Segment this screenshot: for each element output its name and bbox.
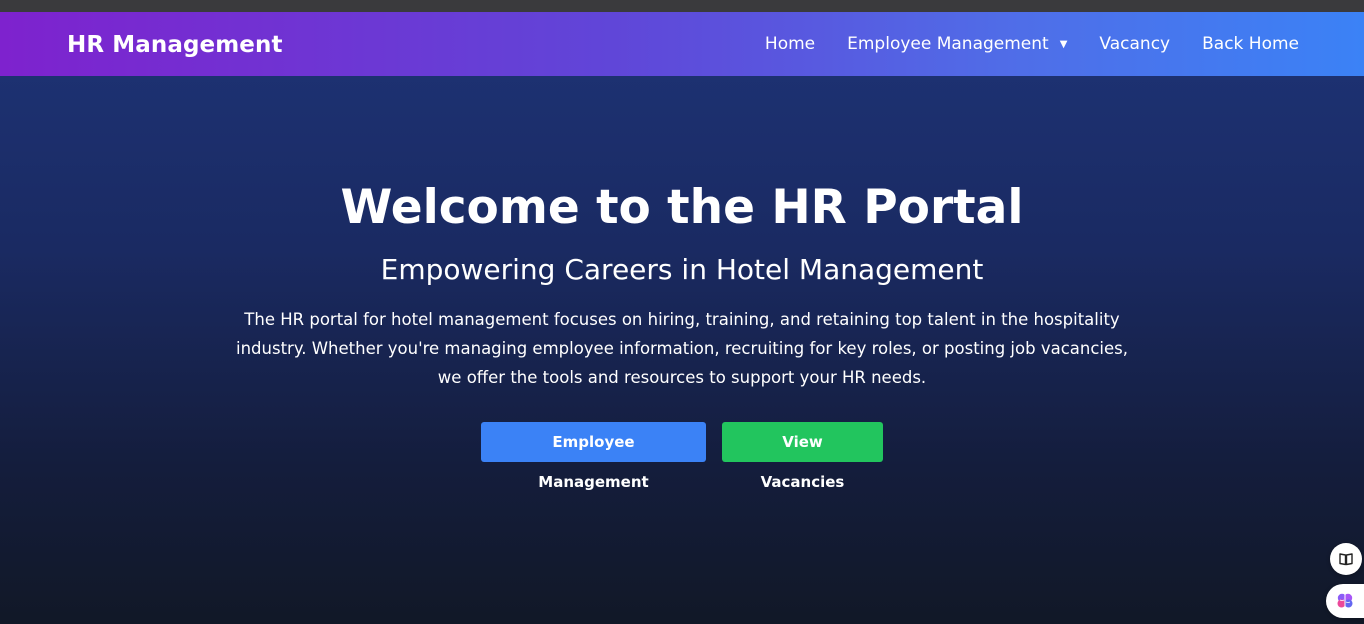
- brain-icon[interactable]: [1326, 584, 1364, 618]
- nav-link-label: Employee Management: [847, 34, 1049, 54]
- nav-links: Home Employee Management ▼ Vacancy Back …: [733, 12, 1299, 76]
- nav-link-home[interactable]: Home: [765, 34, 815, 54]
- hero-title: Welcome to the HR Portal: [340, 180, 1024, 235]
- nav-link-label: Back Home: [1202, 34, 1299, 54]
- nav-link-employee-management[interactable]: Employee Management ▼: [847, 34, 1067, 54]
- browser-top-strip: [0, 0, 1364, 12]
- brand-logo-text[interactable]: HR Management: [67, 12, 283, 76]
- view-vacancies-button[interactable]: View Vacancies: [722, 422, 883, 491]
- hero-subtitle: Empowering Careers in Hotel Management: [380, 253, 984, 286]
- cta-buttons: Employee Management View Vacancies: [0, 422, 1364, 491]
- nav-link-label: Home: [764, 34, 816, 54]
- employee-management-button[interactable]: Employee Management: [481, 422, 706, 491]
- caret-down-icon: ▼: [1059, 38, 1068, 50]
- nav-link-label: Vacancy: [1099, 34, 1171, 54]
- navbar: HR Management Home Employee Management ▼…: [0, 12, 1364, 76]
- hero-description: The HR portal for hotel management focus…: [236, 310, 1128, 387]
- nav-link-vacancy[interactable]: Vacancy: [1099, 34, 1170, 54]
- nav-link-back-home[interactable]: Back Home: [1202, 34, 1299, 54]
- book-icon[interactable]: [1330, 543, 1362, 575]
